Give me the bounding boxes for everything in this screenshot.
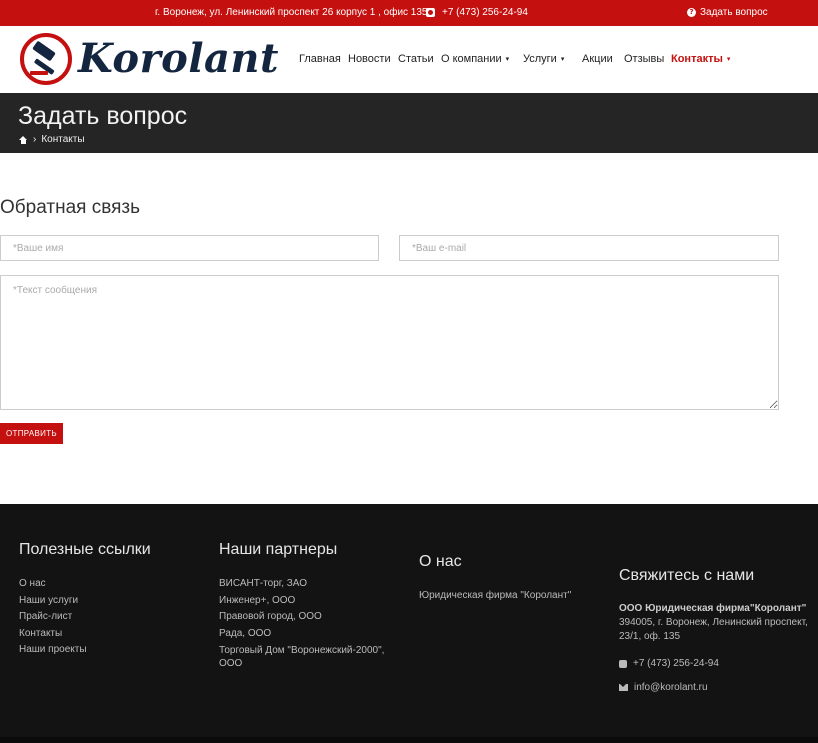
home-icon[interactable] [19, 135, 28, 144]
nav-item-news[interactable]: Новости [348, 53, 391, 65]
footer-link-pricelist[interactable]: Прайс-лист [19, 609, 199, 626]
nav-item-contacts[interactable]: Контакты ▾ [671, 53, 730, 65]
partner-item: Торговый Дом "Воронежский-2000", ООО [219, 645, 385, 670]
footer-link-about[interactable]: О нас [19, 576, 199, 593]
footer-about-text: Юридическая фирма "Королант" [419, 590, 572, 601]
page-title-band: Задать вопрос › Контакты [0, 93, 818, 153]
logo[interactable]: Korolant [18, 31, 279, 87]
footer-about-column: О нас Юридическая фирма "Королант" [419, 553, 599, 605]
footer-link-services[interactable]: Наши услуги [19, 593, 199, 610]
chevron-down-icon: ▾ [505, 56, 510, 63]
top-phone-number: +7 (473) 256-24-94 [442, 7, 528, 18]
footer: Полезные ссылки О нас Наши услуги Прайс-… [0, 504, 818, 743]
footer-links-column: Полезные ссылки О нас Наши услуги Прайс-… [19, 541, 199, 659]
gavel-logo-icon [20, 33, 72, 85]
company-name: ООО Юридическая фирма"Королант" [619, 603, 807, 614]
chevron-down-icon: ▾ [560, 56, 565, 63]
partner-item: ВИСАНТ-торг, ЗАО [219, 578, 308, 589]
footer-about-title: О нас [419, 553, 462, 570]
top-phone[interactable]: +7 (473) 256-24-94 [426, 7, 528, 18]
nav-item-contacts-label: Контакты [671, 53, 723, 65]
mail-icon [619, 684, 628, 691]
header: Korolant Главная Новости Статьи О компан… [0, 26, 818, 93]
chevron-down-icon: ▾ [726, 56, 731, 63]
nav-item-reviews[interactable]: Отзывы [624, 53, 664, 65]
nav-item-articles[interactable]: Статьи [398, 53, 434, 65]
nav-item-about[interactable]: О компании ▾ [441, 53, 509, 65]
footer-partners-column: Наши партнеры ВИСАНТ-торг, ЗАО Инженер+,… [219, 541, 399, 670]
message-textarea[interactable] [0, 275, 779, 410]
nav-item-about-label: О компании [441, 53, 502, 65]
footer-contact-column: Свяжитесь с нами ООО Юридическая фирма"К… [619, 567, 809, 693]
partner-item: Рада, ООО [219, 627, 272, 639]
ask-question-link[interactable]: ? Задать вопрос [687, 7, 768, 18]
breadcrumb-current[interactable]: Контакты [41, 134, 84, 145]
footer-email-address: info@korolant.ru [634, 682, 708, 693]
footer-link-projects[interactable]: Наши проекты [19, 642, 199, 659]
footer-email[interactable]: info@korolant.ru [619, 682, 809, 693]
footer-contact-title: Свяжитесь с нами [619, 567, 755, 584]
email-input[interactable] [399, 235, 779, 261]
nav-item-services[interactable]: Услуги ▾ [523, 53, 564, 65]
footer-phone[interactable]: +7 (473) 256-24-94 [619, 658, 809, 669]
logo-text: Korolant [78, 35, 279, 82]
breadcrumb-separator: › [33, 134, 37, 145]
nav-item-services-label: Услуги [523, 53, 557, 65]
footer-phone-number: +7 (473) 256-24-94 [633, 658, 719, 669]
feedback-form-title: Обратная связь [0, 197, 140, 218]
name-input[interactable] [0, 235, 379, 261]
company-address: 394005, г. Воронеж, Ленинский проспект, … [619, 617, 808, 642]
nav-item-promotions[interactable]: Акции [582, 53, 613, 65]
breadcrumb: › Контакты [19, 134, 85, 145]
phone-icon [619, 659, 627, 668]
submit-button[interactable]: ОТПРАВИТЬ [0, 423, 63, 444]
top-address: г. Воронеж, ул. Ленинский проспект 26 ко… [155, 7, 428, 18]
nav-item-home[interactable]: Главная [299, 53, 341, 65]
footer-bottom-strip [0, 737, 818, 743]
footer-links-title: Полезные ссылки [19, 541, 151, 558]
partner-item: Правовой город, ООО [219, 611, 322, 623]
ask-question-label: Задать вопрос [700, 7, 768, 18]
footer-link-contacts[interactable]: Контакты [19, 626, 199, 643]
company-info: ООО Юридическая фирма"Королант" 394005, … [619, 602, 809, 644]
phone-icon [426, 8, 435, 17]
top-bar: г. Воронеж, ул. Ленинский проспект 26 ко… [0, 0, 818, 26]
question-icon: ? [687, 8, 696, 17]
page-title: Задать вопрос [18, 102, 188, 130]
partner-item: Инженер+, ООО [219, 594, 296, 606]
footer-partners-title: Наши партнеры [219, 541, 338, 558]
